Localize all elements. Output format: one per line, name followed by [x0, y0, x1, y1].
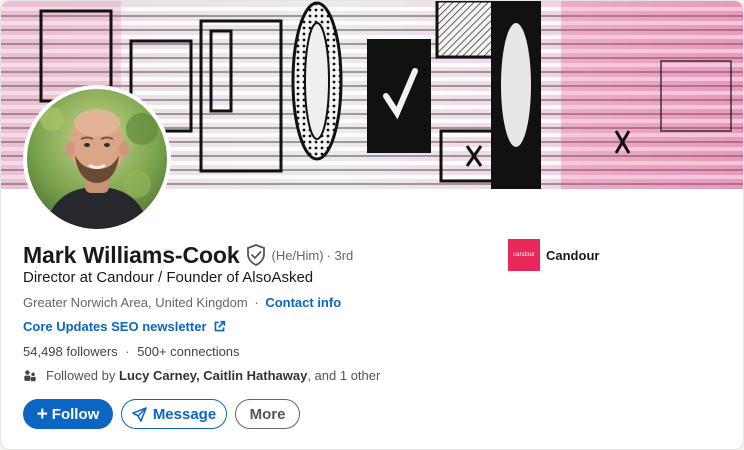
- people-icon: [23, 369, 37, 383]
- followed-by-prefix: Followed by: [46, 368, 116, 383]
- profile-headline: Director at Candour / Founder of AlsoAsk…: [23, 269, 314, 286]
- message-label: Message: [152, 405, 217, 423]
- avatar[interactable]: [23, 85, 171, 233]
- newsletter-label: Core Updates SEO newsletter: [23, 319, 207, 334]
- avatar-photo: [27, 89, 167, 229]
- more-label: More: [249, 405, 286, 423]
- network-stats: 54,498 followers · 500+ connections: [23, 344, 240, 359]
- location-text: Greater Norwich Area, United Kingdom: [23, 295, 248, 310]
- mutual-followers[interactable]: Followed by Lucy Carney, Caitlin Hathawa…: [23, 368, 380, 383]
- pronouns: (He/Him): [271, 247, 324, 263]
- company-logo-text: candour: [513, 252, 535, 258]
- followed-by-names: Lucy Carney, Caitlin Hathaway: [119, 368, 308, 383]
- verified-shield-icon[interactable]: [246, 244, 266, 266]
- send-icon: [132, 406, 147, 422]
- followed-by-suffix: , and 1 other: [307, 368, 381, 383]
- newsletter-link[interactable]: Core Updates SEO newsletter: [23, 319, 226, 334]
- company-logo: candour: [508, 239, 540, 271]
- message-button[interactable]: Message: [121, 399, 227, 429]
- more-button[interactable]: More: [235, 399, 300, 429]
- external-link-icon: [213, 320, 226, 333]
- follow-label: Follow: [51, 405, 100, 423]
- followers-count: 54,498 followers: [23, 344, 118, 359]
- contact-info-link[interactable]: Contact info: [265, 295, 341, 310]
- name-row: Mark Williams-Cook (He/Him) · 3rd: [23, 241, 353, 269]
- location-separator: ·: [254, 295, 259, 310]
- profile-card: Mark Williams-Cook (He/Him) · 3rd Direct…: [0, 0, 744, 450]
- current-company[interactable]: candour Candour: [508, 239, 599, 271]
- connection-degree: · 3rd: [326, 247, 354, 263]
- profile-name: Mark Williams-Cook: [23, 241, 240, 268]
- company-name: Candour: [546, 247, 600, 263]
- profile-actions: + Follow Message More: [23, 399, 300, 429]
- follow-button[interactable]: + Follow: [23, 399, 113, 429]
- plus-icon: +: [36, 403, 48, 425]
- stats-separator: ·: [125, 344, 130, 359]
- connections-count[interactable]: 500+ connections: [137, 344, 239, 359]
- location-row: Greater Norwich Area, United Kingdom · C…: [23, 295, 341, 310]
